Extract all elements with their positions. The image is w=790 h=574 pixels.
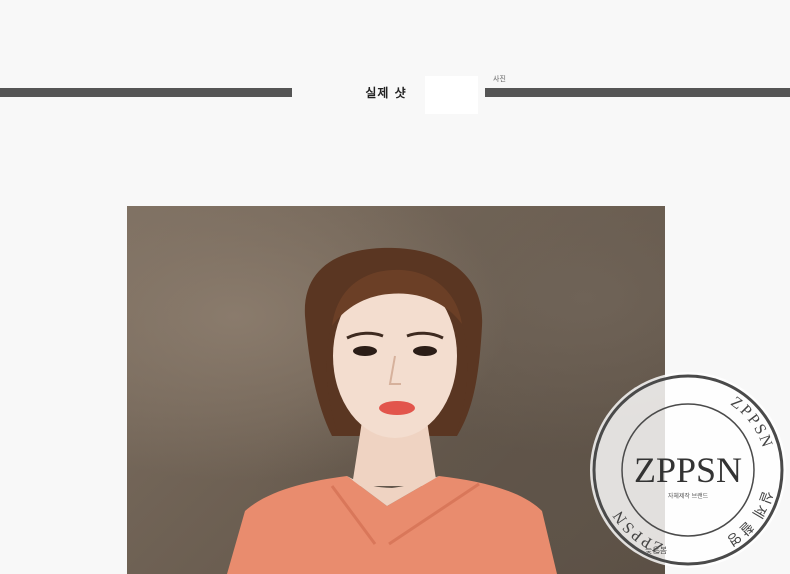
stamp-small-text: 자체제작 브랜드 [668,492,709,500]
model-illustration [227,247,557,574]
divider-right [485,88,790,97]
stamp-brand-center: ZPPSN [634,450,742,490]
product-photo [127,206,665,574]
section-title: 실제 샷 [365,86,407,100]
title-highlight-box [425,76,478,114]
divider-left [0,88,292,97]
stamp-bottom-label: 늦은봄 [645,546,668,555]
brand-stamp: ZPPSN 실제 촬영 ZPPSN ZPPSN 자체제작 브랜드 [588,370,788,570]
section-tag: 사진 [493,75,506,83]
